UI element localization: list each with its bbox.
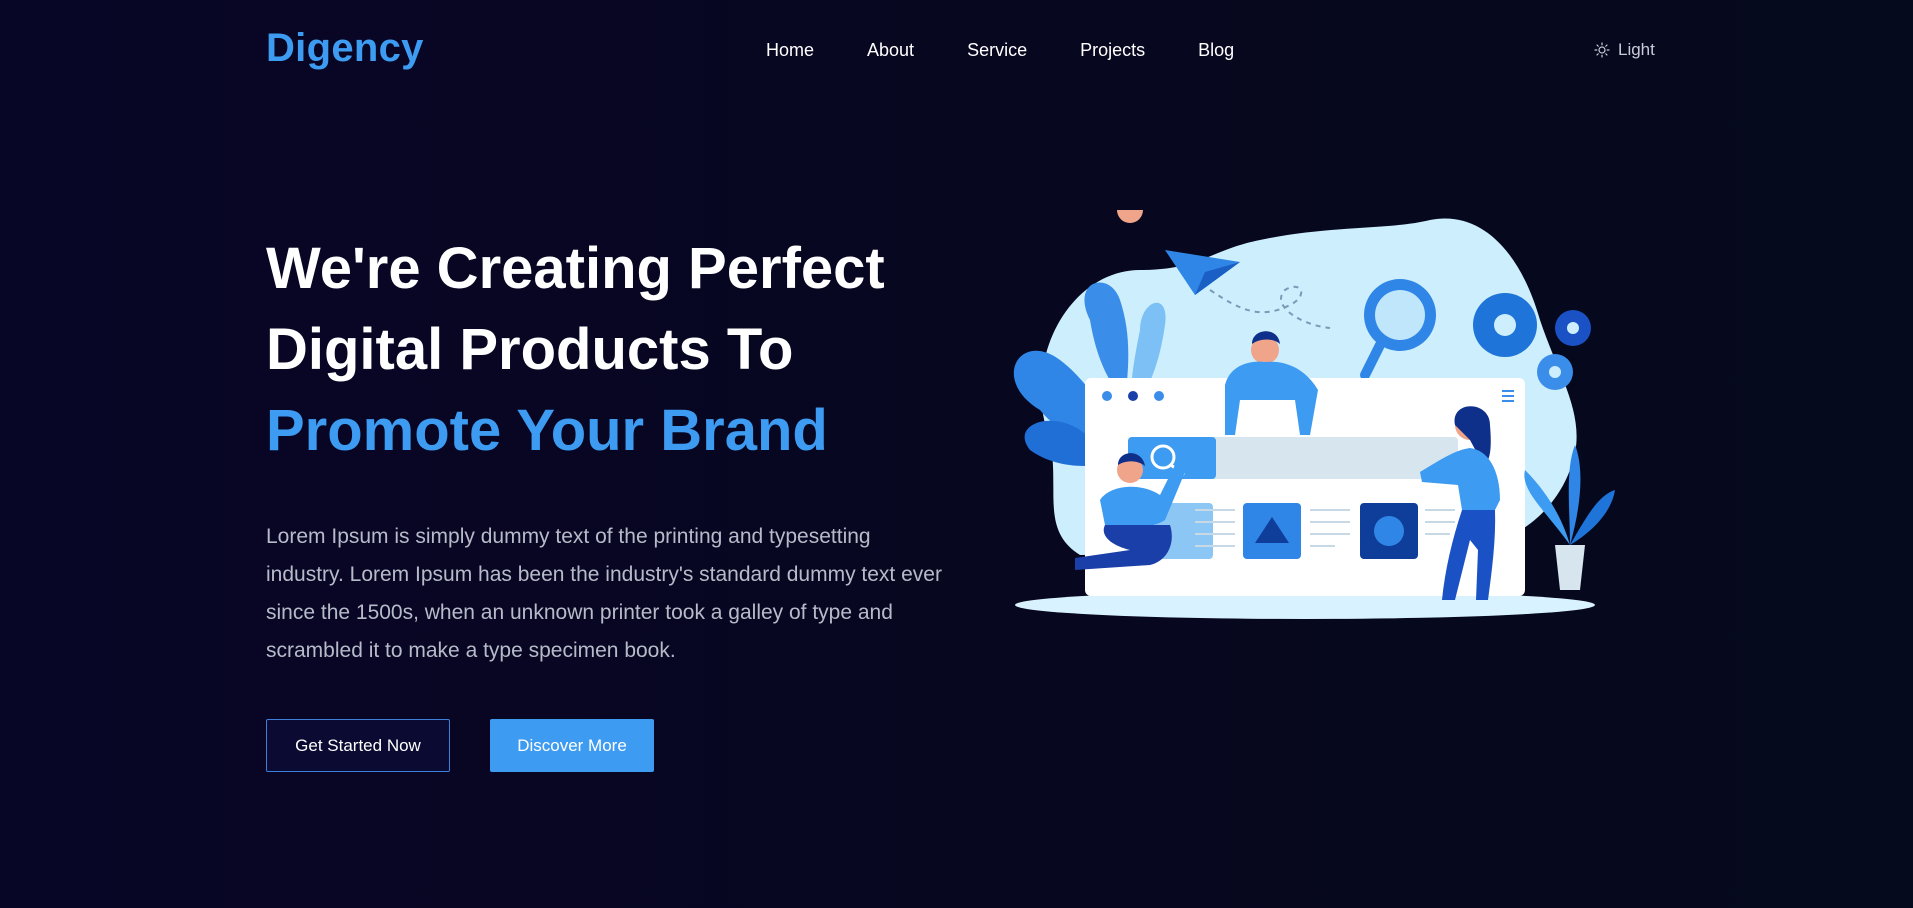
site-logo[interactable]: Digency bbox=[266, 26, 424, 71]
hero-illustration bbox=[1013, 210, 1615, 619]
hero-description: Lorem Ipsum is simply dummy text of the … bbox=[266, 525, 942, 662]
hero-title: We're Creating Perfect Digital Products … bbox=[266, 228, 885, 471]
hero-title-line-1: We're Creating Perfect bbox=[266, 236, 885, 301]
page: Digency Home About Service Projects Blog… bbox=[0, 0, 1913, 908]
discover-more-button[interactable]: Discover More bbox=[490, 719, 654, 772]
main-nav: Home About Service Projects Blog bbox=[766, 40, 1287, 61]
nav-link-home[interactable]: Home bbox=[766, 40, 814, 61]
theme-toggle-button[interactable]: Light bbox=[1594, 40, 1655, 60]
nav-link-about[interactable]: About bbox=[867, 40, 914, 61]
nav-link-projects[interactable]: Projects bbox=[1080, 40, 1145, 61]
hero-title-line-2: Digital Products To bbox=[266, 317, 794, 382]
sun-icon bbox=[1594, 42, 1610, 58]
nav-link-service[interactable]: Service bbox=[967, 40, 1027, 61]
theme-toggle-label: Light bbox=[1618, 40, 1655, 59]
nav-link-blog[interactable]: Blog bbox=[1198, 40, 1234, 61]
hero-title-accent: Promote Your Brand bbox=[266, 398, 828, 463]
get-started-button[interactable]: Get Started Now bbox=[266, 719, 450, 772]
